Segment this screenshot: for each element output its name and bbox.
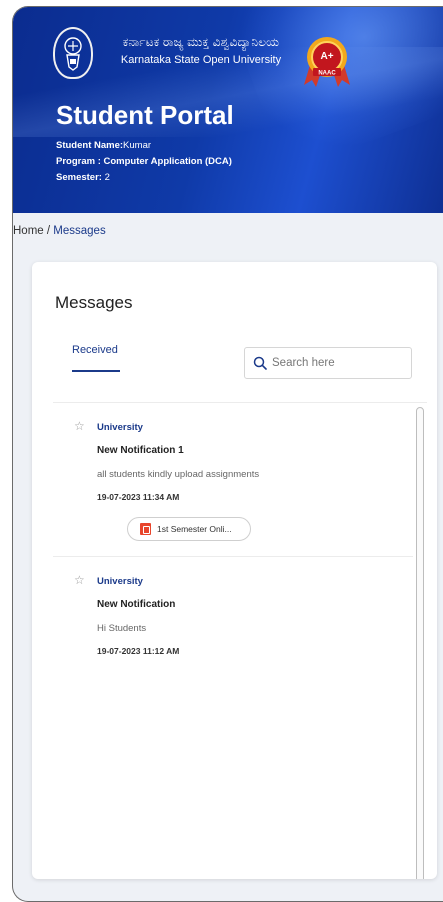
student-name-row: Student Name:Kumar (56, 138, 232, 154)
portal-header: ಕರ್ನಾಟಕ ರಾಜ್ಯ ಮುಕ್ತ ವಿಶ್ವವಿದ್ಯಾನಿಲಯ Karn… (13, 7, 443, 213)
program-text: Program : Computer Application (DCA) (56, 156, 232, 167)
message-body: all students kindly upload assignments (97, 469, 260, 480)
message-list: ☆ University New Notification 1 all stud… (53, 402, 427, 879)
star-icon[interactable]: ☆ (74, 419, 85, 433)
university-name-english: Karnataka State Open University (120, 54, 282, 66)
pdf-icon (140, 523, 151, 535)
message-date: 19-07-2023 11:34 AM (97, 492, 180, 502)
breadcrumb-separator: / (43, 225, 54, 237)
scrollbar[interactable] (416, 407, 424, 879)
naac-badge-icon: A+ NAAC (304, 37, 350, 87)
page-title: Messages (55, 293, 133, 312)
message-body: Hi Students (97, 623, 147, 634)
student-name-label: Student Name: (56, 140, 124, 151)
attachment-chip[interactable]: 1st Semester Onli... (127, 517, 251, 541)
breadcrumb-current: Messages (53, 225, 106, 237)
semester-label: Semester: (56, 172, 102, 183)
list-item[interactable]: ☆ University New Notification Hi Student… (53, 557, 413, 677)
list-item[interactable]: ☆ University New Notification 1 all stud… (53, 403, 413, 557)
search-icon (253, 356, 267, 370)
program-row: Program : Computer Application (DCA) (56, 154, 232, 170)
message-sender: University (97, 576, 143, 587)
search-input[interactable] (272, 357, 402, 369)
university-name-kannada: ಕರ್ನಾಟಕ ರಾಜ್ಯ ಮುಕ್ತ ವಿಶ್ವವಿದ್ಯಾನಿಲಯ (122, 35, 280, 49)
attachment-name: 1st Semester Onli... (157, 524, 232, 534)
messages-card: Messages Received ☆ University New Notif… (32, 262, 437, 879)
search-box[interactable] (244, 347, 412, 379)
app-frame: ಕರ್ನಾಟಕ ರಾಜ್ಯ ಮುಕ್ತ ವಿಶ್ವವಿದ್ಯಾನಿಲಯ Karn… (12, 6, 443, 902)
breadcrumb: Home / Messages (13, 225, 106, 237)
semester-value: 2 (104, 172, 110, 183)
message-subject: New Notification 1 (97, 445, 184, 456)
message-date: 19-07-2023 11:12 AM (97, 646, 180, 656)
star-icon[interactable]: ☆ (74, 573, 85, 587)
message-sender: University (97, 422, 143, 433)
naac-grade: A+ (320, 51, 333, 62)
naac-label: NAAC (318, 71, 336, 77)
semester-row: Semester: 2 (56, 170, 232, 186)
portal-title: Student Portal (56, 100, 234, 130)
student-info: Student Name:Kumar Program : Computer Ap… (56, 138, 232, 186)
breadcrumb-home[interactable]: Home (13, 225, 44, 237)
university-emblem-icon (53, 27, 93, 79)
student-name: Kumar (123, 140, 152, 151)
tab-received[interactable]: Received (72, 344, 120, 372)
message-subject: New Notification (97, 599, 176, 610)
emblem-shield-icon (64, 37, 82, 71)
